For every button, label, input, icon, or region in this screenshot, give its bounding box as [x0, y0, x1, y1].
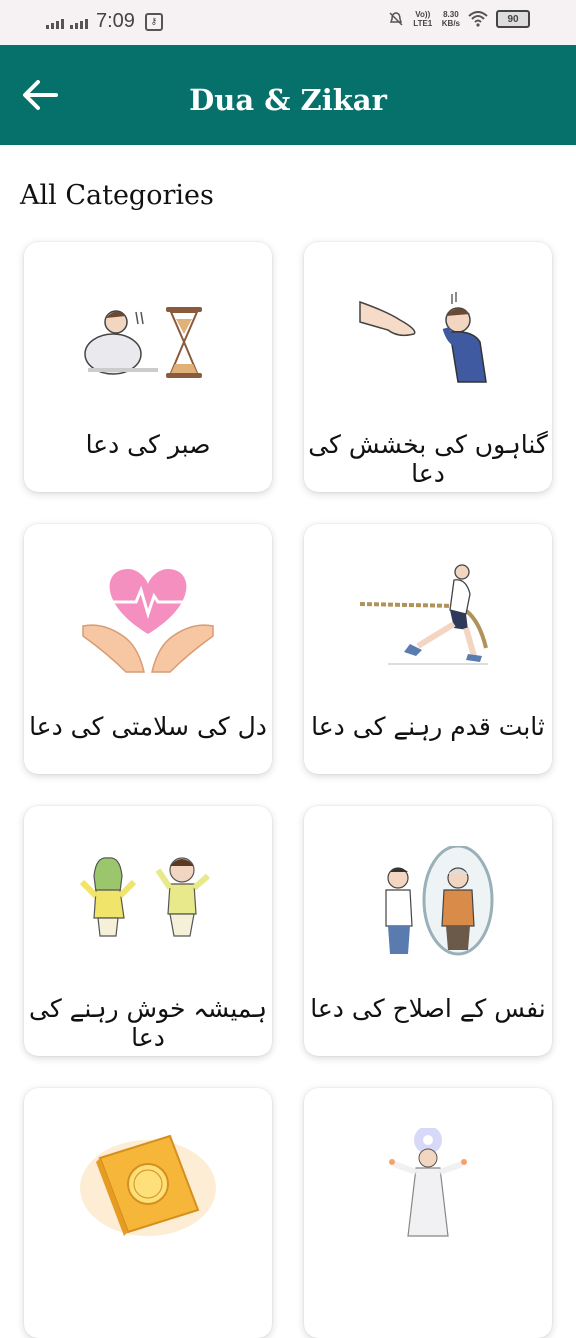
forgiveness-illustration-icon	[359, 292, 487, 383]
mute-icon	[389, 12, 403, 26]
speed-unit: KB/s	[441, 19, 460, 28]
battery-level: 90	[507, 13, 519, 25]
quran-book-illustration-icon	[80, 1134, 216, 1236]
category-card-steadfast[interactable]: ثابت قدم رہنے کی دعا	[304, 524, 552, 774]
status-left: 7:09 ⚷	[46, 10, 163, 33]
category-label: گناہوں کی بخشش کی دعا	[308, 430, 548, 488]
network-speed: 8.30 KB/s	[442, 10, 460, 28]
category-label: ثابت قدم رہنے کی دعا	[311, 712, 545, 741]
lte-indicator: Vo)) LTE1	[413, 10, 433, 28]
category-card-self-reform[interactable]: نفس کے اصلاح کی دعا	[304, 806, 552, 1056]
category-card-heart[interactable]: دل کی سلامتی کی دعا	[24, 524, 272, 774]
battery-icon: 90	[496, 10, 530, 28]
status-right: Vo)) LTE1 8.30 KB/s 90	[388, 10, 530, 28]
mirror-reflection-illustration-icon	[385, 846, 494, 956]
praying-figure-illustration-icon	[389, 1128, 467, 1237]
category-card-forgiveness[interactable]: گناہوں کی بخشش کی دعا	[304, 242, 552, 492]
speed-value: 8.30	[443, 10, 459, 19]
patience-illustration-icon	[84, 307, 202, 378]
status-time: 7:09	[96, 10, 135, 32]
category-label: نفس کے اصلاح کی دعا	[310, 994, 546, 1023]
heart-hands-illustration-icon	[82, 569, 214, 673]
app-bar: Dua & Zikar	[0, 45, 576, 145]
wifi-icon	[468, 11, 488, 27]
signal-icon-2	[70, 15, 88, 29]
tug-of-war-illustration-icon	[359, 564, 488, 665]
category-label: ہمیشہ خوش رہنے کی دعا	[29, 994, 267, 1052]
category-card-prayer[interactable]	[304, 1088, 552, 1338]
happy-children-illustration-icon	[79, 857, 210, 937]
section-title: All Categories	[20, 180, 214, 211]
status-bar: 7:09 ⚷ Vo)) LTE1 8.30 KB/s 90	[0, 0, 576, 45]
category-label: دل کی سلامتی کی دعا	[29, 712, 267, 741]
category-card-patience[interactable]: صبر کی دعا	[24, 242, 272, 492]
signal-icon	[46, 15, 64, 29]
category-card-happiness[interactable]: ہمیشہ خوش رہنے کی دعا	[24, 806, 272, 1056]
vpn-icon: ⚷	[144, 12, 163, 31]
page-title: Dua & Zikar	[189, 83, 387, 117]
category-label: صبر کی دعا	[85, 430, 211, 459]
category-card-quran[interactable]	[24, 1088, 272, 1338]
